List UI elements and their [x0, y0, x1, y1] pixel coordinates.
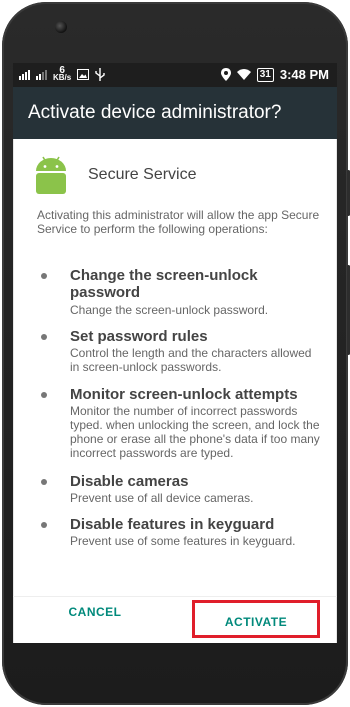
battery-indicator: 31	[256, 67, 274, 82]
permission-title: Change the screen-unlock password	[70, 267, 258, 301]
status-bar: 6 KB/s 31 3:48 PM	[13, 63, 337, 87]
wifi-icon	[236, 69, 251, 80]
front-camera	[55, 21, 67, 33]
bullet-icon	[41, 522, 47, 528]
dialog-title: Activate device administrator?	[28, 102, 282, 123]
signal-icon	[19, 69, 30, 80]
bullet-icon	[41, 479, 47, 485]
permission-title: Disable features in keyguard	[70, 516, 275, 533]
permission-title: Set password rules	[70, 328, 208, 345]
permission-description: Change the screen-unlock password.	[70, 303, 269, 317]
permission-title: Monitor screen-unlock attempts	[70, 386, 298, 403]
intro-text: Activating this administrator will allow…	[37, 208, 320, 236]
network-speed: 6 KB/s	[53, 65, 72, 82]
phone-frame: 6 KB/s 31 3:48 PM Activate device admini…	[0, 0, 350, 707]
image-icon	[77, 68, 90, 80]
permission-description: Monitor the number of incorrect password…	[70, 404, 320, 460]
cancel-button[interactable]: CANCEL	[65, 605, 125, 619]
permission-description: Control the length and the characters al…	[70, 346, 312, 374]
android-robot-icon	[33, 155, 69, 195]
bullet-icon	[41, 392, 47, 398]
usb-icon	[95, 67, 105, 81]
location-icon	[220, 68, 231, 81]
activate-button[interactable]: ACTIVATE	[192, 600, 320, 638]
signal-weak-icon	[36, 69, 47, 80]
bullet-icon	[41, 273, 47, 279]
app-header: Secure Service	[33, 155, 197, 195]
clock: 3:48 PM	[279, 67, 329, 82]
app-name: Secure Service	[88, 166, 197, 183]
button-divider	[13, 596, 337, 597]
permission-description: Prevent use of all device cameras.	[70, 491, 254, 505]
permission-title: Disable cameras	[70, 473, 189, 490]
bullet-icon	[41, 334, 47, 340]
screen: 6 KB/s 31 3:48 PM Activate device admini…	[13, 63, 337, 643]
dialog-title-bar: Activate device administrator?	[13, 87, 337, 139]
permission-description: Prevent use of some features in keyguard…	[70, 534, 296, 548]
